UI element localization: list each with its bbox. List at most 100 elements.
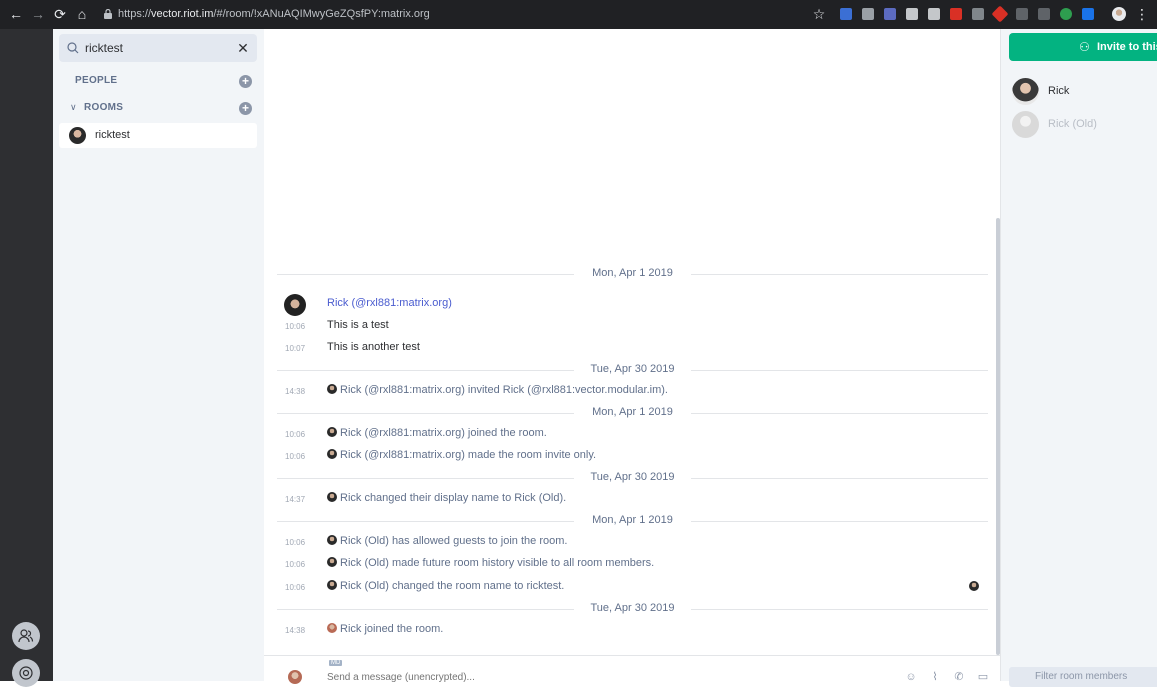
timestamp: 14:37 [285,495,306,504]
extension-icon[interactable] [1082,8,1094,20]
timeline-event: Rick (@rxl881:matrix.org) invited Rick (… [327,384,668,396]
date-separator: Tue, Apr 30 2019 [277,363,988,377]
date-separator: Mon, Apr 1 2019 [277,406,988,420]
avatar [327,557,337,567]
add-room-icon[interactable]: + [239,102,252,115]
date-label: Tue, Apr 30 2019 [590,602,675,614]
timeline-event: Rick (Old) made future room history visi… [327,557,654,569]
search-input[interactable] [85,38,225,58]
voice-call-icon[interactable]: ✆ [952,671,966,683]
extension-icon[interactable] [928,8,940,20]
message-input[interactable] [327,670,627,684]
timeline-event: Rick changed their display name to Rick … [327,492,566,504]
timestamp: 14:38 [285,626,306,635]
people-section-header[interactable]: PEOPLE + [53,72,264,92]
filter-placeholder: Filter room members [1035,671,1128,682]
address-bar[interactable]: https://vector.riot.im/#/room/!xANuAQIMw… [118,0,430,29]
extension-icon[interactable] [1016,8,1028,20]
timestamp: 10:06 [285,583,306,592]
browser-toolbar: ← → ⟳ ⌂ https://vector.riot.im/#/room/!x… [0,0,1157,29]
url-host: vector.riot.im [151,8,214,20]
chevron-down-icon[interactable]: ∨ [70,102,77,113]
extension-icon[interactable] [972,8,984,20]
date-separator: Tue, Apr 30 2019 [277,602,988,616]
start-chat-button[interactable] [12,622,40,650]
extension-icon[interactable] [840,8,852,20]
timestamp: 10:07 [285,344,306,353]
video-call-icon[interactable]: ▭ [976,671,990,683]
rooms-section-label: ROOMS [84,102,124,113]
extension-icon[interactable] [1060,8,1072,20]
timestamp: 10:06 [285,560,306,569]
event-text: Rick (Old) changed the room name to rick… [340,580,565,592]
room-item-ricktest[interactable]: ricktest [59,123,257,148]
markdown-badge[interactable]: MD [329,660,343,666]
explore-rooms-button[interactable] [12,659,40,687]
left-rail [0,29,53,687]
message-body: This is another test [327,341,420,353]
date-label: Tue, Apr 30 2019 [590,363,675,375]
extension-icon[interactable] [862,8,874,20]
reload-icon[interactable]: ⟳ [52,6,68,22]
avatar [327,623,337,633]
attachment-icon[interactable]: ⌇ [928,671,942,683]
timeline-event: Rick (Old) has allowed guests to join th… [327,535,567,547]
date-separator: Tue, Apr 30 2019 [277,471,988,485]
profile-avatar[interactable] [1112,7,1126,21]
add-people-icon[interactable]: + [239,75,252,88]
read-receipt-avatar[interactable] [969,581,979,591]
home-icon[interactable]: ⌂ [74,6,90,22]
extension-icon[interactable] [991,5,1009,23]
avatar [327,492,337,502]
timeline-event: Rick (@rxl881:matrix.org) made the room … [327,449,596,461]
extension-icon[interactable] [950,8,962,20]
people-icon [18,629,34,643]
timeline-event: Rick (@rxl881:matrix.org) joined the roo… [327,427,547,439]
event-text: Rick (@rxl881:matrix.org) made the room … [340,449,597,461]
member-list-panel: ⚇ Invite to this Rick Rick (Old) Filter … [1000,29,1157,687]
avatar [288,670,302,684]
url-path: /#/room/!xANuAQIMwyGeZQsfPY:matrix.org [213,8,430,20]
close-icon[interactable]: ✕ [235,39,251,57]
extension-icon[interactable] [1038,8,1050,20]
timeline-event: Rick (Old) changed the room name to rick… [327,580,564,592]
rooms-section-header[interactable]: ∨ ROOMS + [53,99,264,119]
member-name: Rick [1048,85,1070,97]
room-name: ricktest [95,129,130,141]
timestamp: 10:06 [285,430,306,439]
people-section-label: PEOPLE [75,75,118,86]
member-item[interactable]: Rick (Old) [1012,111,1157,139]
extension-icon[interactable] [884,8,896,20]
message-body: This is a test [327,319,389,331]
bookmark-star-icon[interactable]: ☆ [811,6,827,22]
url-prefix: https:// [118,8,152,20]
menu-icon[interactable]: ⋮ [1134,6,1150,22]
room-list-panel: ✕ PEOPLE + ∨ ROOMS + ricktest [53,29,264,681]
member-filter-input[interactable]: Filter room members [1009,667,1157,687]
avatar [327,535,337,545]
avatar [69,127,86,144]
add-user-icon: ⚇ [1079,40,1090,54]
timestamp: 10:06 [285,538,306,547]
avatar [1012,111,1039,138]
message-composer: MD ☺ ⌇ ✆ ▭ [264,655,1000,684]
sender-name[interactable]: Rick (@rxl881:matrix.org) [327,297,452,309]
event-text: Rick changed their display name to Rick … [340,492,567,504]
avatar[interactable] [284,294,306,316]
event-text: Rick joined the room. [340,623,444,635]
invite-button[interactable]: ⚇ Invite to this [1009,33,1157,61]
event-text: Rick (@rxl881:matrix.org) invited Rick (… [340,384,668,396]
member-item[interactable]: Rick [1012,78,1157,106]
timestamp: 10:06 [285,452,306,461]
timestamp: 10:06 [285,322,306,331]
forward-icon[interactable]: → [30,6,46,22]
date-separator: Mon, Apr 1 2019 [277,267,988,281]
event-text: Rick (@rxl881:matrix.org) joined the roo… [340,427,547,439]
avatar [327,580,337,590]
emoji-icon[interactable]: ☺ [904,671,918,683]
extension-icon[interactable] [906,8,918,20]
back-icon[interactable]: ← [8,6,24,22]
date-label: Mon, Apr 1 2019 [592,406,673,418]
member-name: Rick (Old) [1048,118,1097,130]
date-label: Tue, Apr 30 2019 [590,471,675,483]
